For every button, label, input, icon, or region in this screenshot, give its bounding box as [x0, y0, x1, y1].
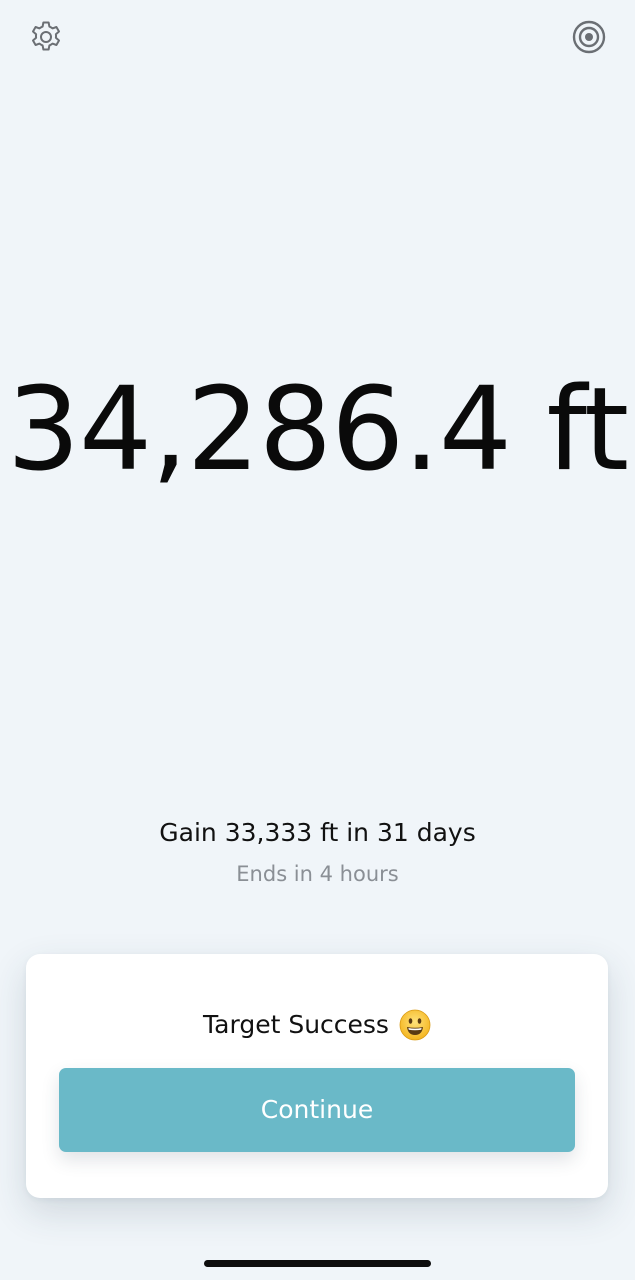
home-indicator — [204, 1260, 431, 1267]
result-title-row: Target Success — [26, 1007, 608, 1043]
target-button[interactable] — [567, 15, 611, 59]
continue-button[interactable]: Continue — [59, 1068, 575, 1152]
target-icon — [572, 20, 606, 54]
total-elevation-value: 34,286.4 ft — [6, 363, 629, 497]
time-remaining: Ends in 4 hours — [236, 862, 399, 886]
result-title: Target Success — [203, 1010, 389, 1039]
settings-button[interactable] — [24, 15, 68, 59]
smiling-face-emoji-icon — [399, 1009, 431, 1041]
result-card: Target Success Continue — [26, 954, 608, 1198]
goal-description: Gain 33,333 ft in 31 days — [159, 818, 476, 847]
gear-icon — [32, 21, 60, 51]
